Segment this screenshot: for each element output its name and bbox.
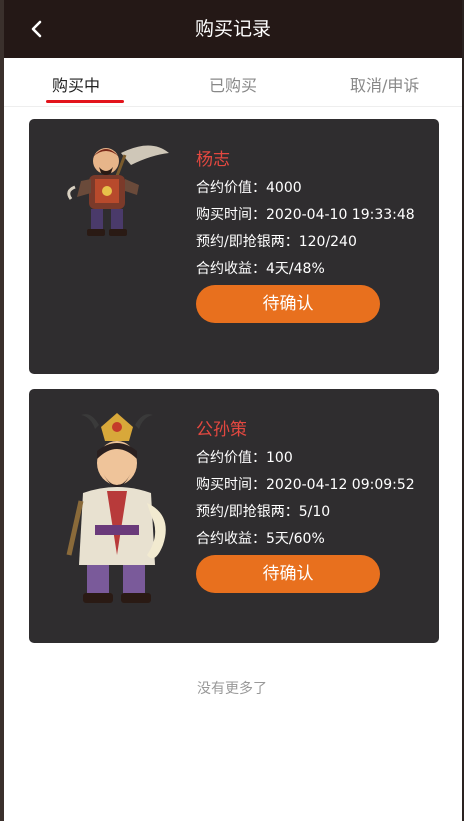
top-nav-bar: 购买记录	[4, 0, 462, 58]
order-card: 杨志 合约价值：4000 购买时间：2020-04-10 19:33:48 预约…	[29, 119, 439, 374]
warrior-avatar	[67, 145, 169, 236]
page-title: 购买记录	[194, 18, 271, 40]
purchase-time: 购买时间：2020-04-12 09:09:52	[196, 477, 415, 493]
contract-value: 合约价值：100	[196, 450, 293, 466]
pending-confirm-button[interactable]: 待确认	[196, 555, 380, 593]
hero-name: 公孙策	[196, 420, 247, 440]
tab-bar: 购买中 已购买 取消/申诉	[4, 58, 462, 107]
tab-buying[interactable]: 购买中	[52, 72, 100, 96]
reserve-silver: 预约/即抢银两：120/240	[196, 234, 357, 250]
reserve-silver: 预约/即抢银两：5/10	[196, 504, 331, 520]
contract-value: 合约价值：4000	[196, 180, 302, 196]
contract-profit: 合约收益：4天/48%	[196, 261, 325, 277]
purchase-time: 购买时间：2020-04-10 19:33:48	[196, 207, 415, 223]
tab-purchased[interactable]: 已购买	[209, 72, 257, 96]
tab-cancel-appeal[interactable]: 取消/申诉	[350, 72, 419, 96]
pending-confirm-button[interactable]: 待确认	[196, 285, 380, 323]
contract-profit: 合约收益：5天/60%	[196, 531, 325, 547]
active-tab-indicator	[46, 100, 124, 103]
order-card: 公孙策 合约价值：100 购买时间：2020-04-12 09:09:52 预约…	[29, 389, 439, 643]
hero-name: 杨志	[196, 150, 230, 170]
list-end-text: 没有更多了	[197, 681, 267, 697]
strategist-avatar	[66, 413, 166, 603]
